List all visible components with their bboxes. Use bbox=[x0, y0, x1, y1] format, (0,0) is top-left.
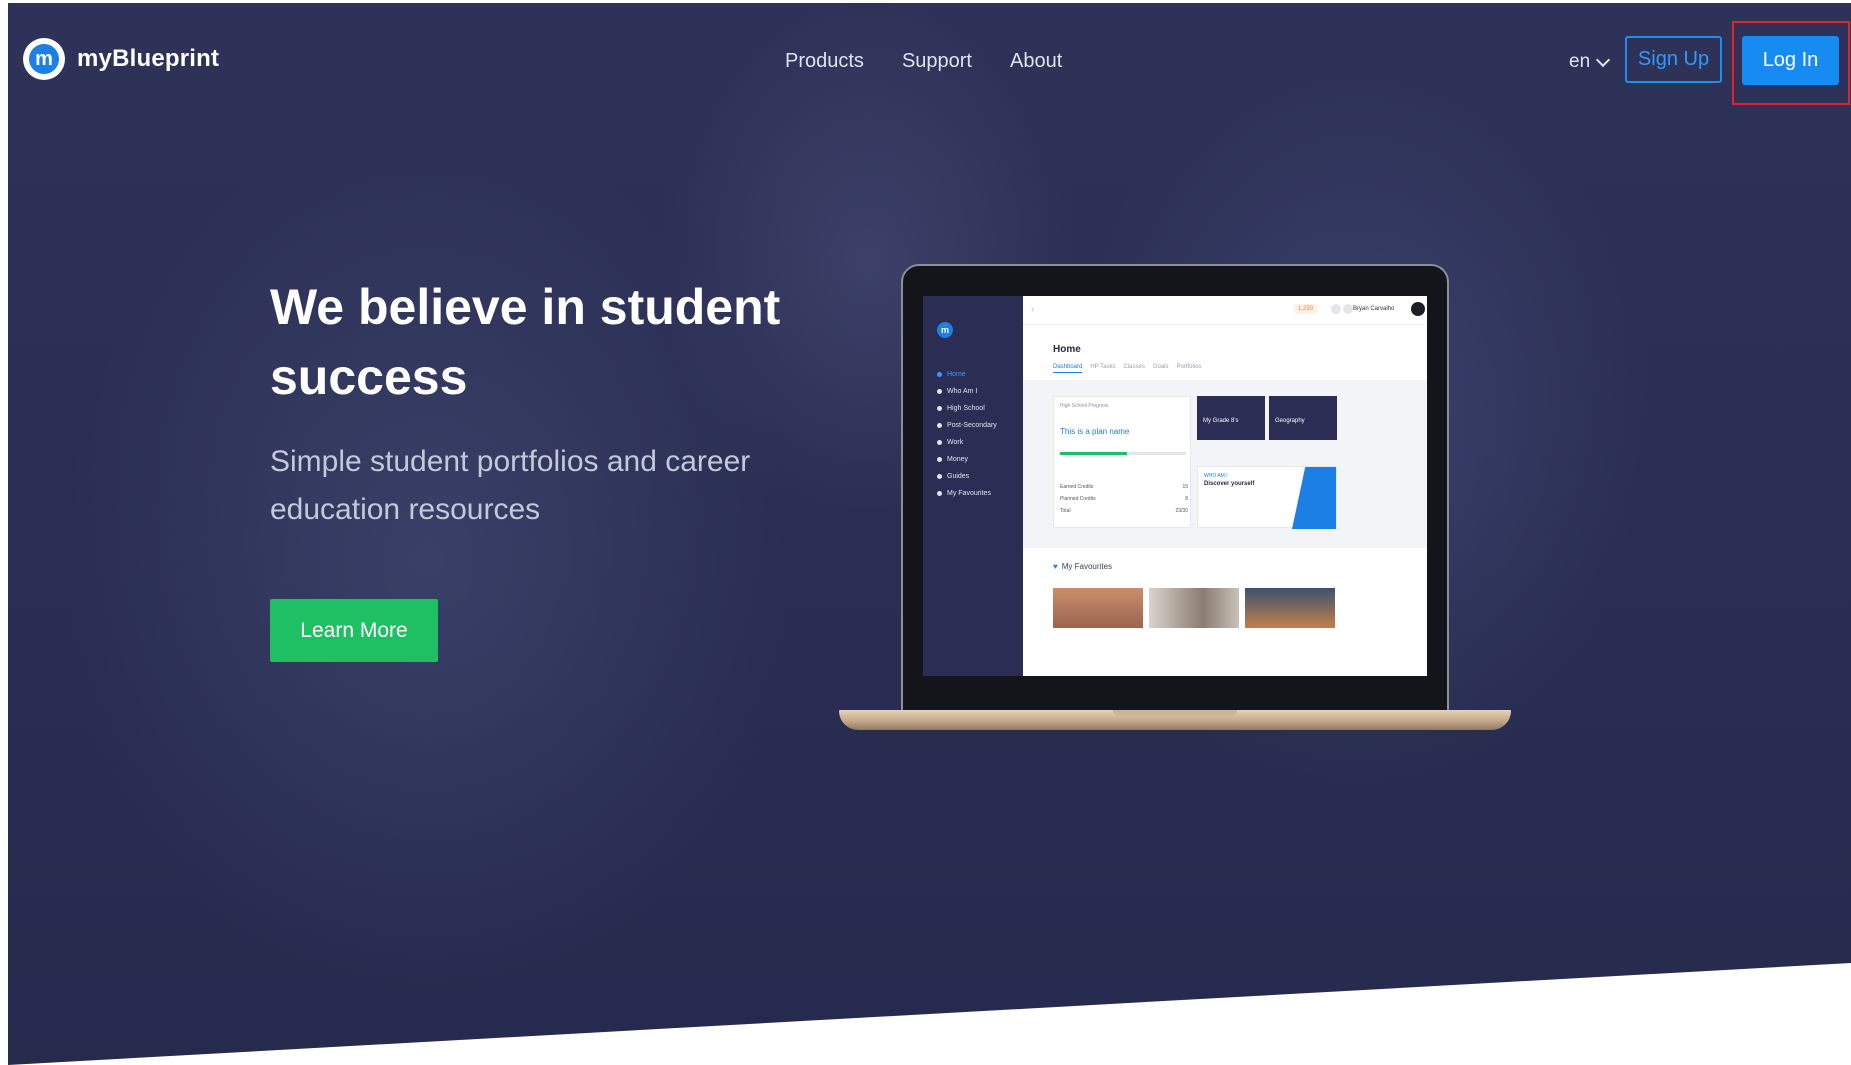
logo-icon: m bbox=[23, 38, 65, 80]
nav-products[interactable]: Products bbox=[785, 50, 864, 73]
briefcase-icon bbox=[937, 440, 942, 445]
page-edge bbox=[0, 0, 8, 1065]
message-icon bbox=[1343, 304, 1353, 314]
mockup-sidebar-label: Who Am I bbox=[947, 388, 978, 395]
hero-headline: We believe in student success bbox=[270, 279, 781, 405]
mockup-sidebar-label: Home bbox=[947, 371, 966, 378]
mockup-credit-row: Total 23/30 bbox=[1060, 505, 1188, 517]
mockup-course-card: My Grade 8's bbox=[1197, 396, 1265, 440]
mockup-tab: Classes bbox=[1123, 364, 1145, 370]
mockup-discover-card: WHO AM I Discover yourself bbox=[1197, 466, 1337, 529]
mockup-plan-card: High School Progress This is a plan name… bbox=[1053, 396, 1191, 528]
mockup-sidebar-label: High School bbox=[947, 405, 985, 412]
brand-name: myBlueprint bbox=[77, 45, 220, 72]
mockup-plan-label: High School Progress bbox=[1060, 403, 1109, 409]
mockup-course-card: Geography bbox=[1269, 396, 1337, 440]
credit-label: Planned Credits bbox=[1060, 496, 1096, 502]
credit-label: Earned Credits bbox=[1060, 484, 1094, 490]
mockup-credits: Earned Credits 15 Planned Credits 8 Total 2… bbox=[1060, 481, 1188, 517]
language-selector[interactable]: en bbox=[1569, 51, 1611, 73]
signup-button[interactable]: Sign Up bbox=[1625, 36, 1722, 83]
mockup-discover-illustration bbox=[1292, 467, 1336, 529]
mockup-sidebar-item: Money bbox=[937, 451, 997, 468]
avatar bbox=[1411, 302, 1425, 316]
main-nav: Products Support About bbox=[785, 50, 1100, 73]
laptop-mockup: m Home Who Am I High School Post-Seconda… bbox=[839, 262, 1511, 730]
mockup-sidebar-item: My Favourites bbox=[937, 485, 997, 502]
mockup-discover-title: Discover yourself bbox=[1204, 481, 1255, 487]
school-icon bbox=[937, 406, 942, 411]
hero-subheadline: Simple student portfolios and career edu… bbox=[270, 445, 751, 526]
mockup-credit-row: Planned Credits 8 bbox=[1060, 493, 1188, 505]
mockup-topbar: ‹ 1,250 Bryan Carvalho bbox=[1023, 296, 1427, 325]
money-icon bbox=[937, 457, 942, 462]
mockup-sidebar-item: High School bbox=[937, 400, 997, 417]
credit-value: 8 bbox=[1185, 496, 1188, 502]
heart-icon bbox=[937, 491, 942, 496]
mockup-progress-fill bbox=[1060, 452, 1127, 455]
mockup-tab: Portfolios bbox=[1176, 364, 1202, 370]
login-highlight-box bbox=[1732, 21, 1850, 105]
mockup-sidebar-label: Guides bbox=[947, 473, 970, 480]
nav-support[interactable]: Support bbox=[902, 50, 972, 73]
credit-label: Total bbox=[1060, 508, 1071, 514]
heart-icon: ♥ bbox=[1053, 562, 1058, 571]
mockup-favourites-label: My Favourites bbox=[1061, 562, 1112, 571]
book-icon bbox=[937, 474, 942, 479]
mockup-discover-tag: WHO AM I bbox=[1204, 473, 1228, 479]
mockup-course-title: My Grade 8's bbox=[1203, 418, 1239, 424]
mockup-tabs: Dashboard HP Tasks Classes Goals Portfol… bbox=[1053, 364, 1202, 373]
mockup-sidebar-item: Guides bbox=[937, 468, 997, 485]
mockup-sidebar: m Home Who Am I High School Post-Seconda… bbox=[923, 296, 1023, 676]
credit-value: 23/30 bbox=[1175, 508, 1188, 514]
mockup-sidebar-item: Home bbox=[937, 366, 997, 383]
mockup-favourites-heading: ♥ My Favourites bbox=[1053, 562, 1112, 571]
mockup-favourite-image bbox=[1149, 588, 1239, 628]
mockup-sidebar-item: Who Am I bbox=[937, 383, 997, 400]
mockup-logo-icon: m bbox=[937, 322, 953, 338]
nav-about[interactable]: About bbox=[1010, 50, 1062, 73]
chevron-down-icon bbox=[1596, 52, 1611, 67]
mockup-progress-bar bbox=[1060, 452, 1186, 455]
back-arrow-icon: ‹ bbox=[1031, 304, 1035, 315]
learn-more-button[interactable]: Learn More bbox=[270, 599, 438, 662]
logo-glyph: m bbox=[29, 44, 59, 74]
mockup-coins-badge: 1,250 bbox=[1293, 304, 1319, 314]
laptop-base-notch bbox=[1113, 710, 1237, 716]
brand-logo[interactable]: m myBlueprint bbox=[23, 38, 219, 80]
laptop-screen: m Home Who Am I High School Post-Seconda… bbox=[923, 296, 1427, 676]
mockup-tab: HP Tasks bbox=[1090, 364, 1116, 370]
mockup-sidebar-item: Work bbox=[937, 434, 997, 451]
mockup-plan-name: This is a plan name bbox=[1060, 427, 1130, 436]
mockup-favourite-image bbox=[1053, 588, 1143, 628]
compass-icon bbox=[937, 389, 942, 394]
mockup-sidebar-item: Post-Secondary bbox=[937, 417, 997, 434]
mockup-sidebar-label: Money bbox=[947, 456, 969, 463]
mockup-page-title: Home bbox=[1053, 344, 1081, 355]
language-value: en bbox=[1569, 51, 1591, 72]
page-edge-top bbox=[0, 0, 1851, 3]
mockup-sidebar-label: Post-Secondary bbox=[947, 422, 997, 429]
mockup-credit-row: Earned Credits 15 bbox=[1060, 481, 1188, 493]
mockup-tab: Dashboard bbox=[1053, 364, 1083, 373]
mockup-course-title: Geography bbox=[1275, 418, 1305, 424]
home-icon bbox=[937, 372, 942, 377]
mockup-tab: Goals bbox=[1152, 364, 1169, 370]
credit-value: 15 bbox=[1182, 484, 1188, 490]
mockup-username: Bryan Carvalho bbox=[1353, 306, 1395, 312]
mockup-sidebar-label: My Favourites bbox=[947, 490, 991, 497]
notification-icon bbox=[1331, 304, 1341, 314]
graduation-icon bbox=[937, 423, 942, 428]
mockup-sidebar-label: Work bbox=[947, 439, 964, 446]
mockup-favourite-image bbox=[1245, 588, 1335, 628]
